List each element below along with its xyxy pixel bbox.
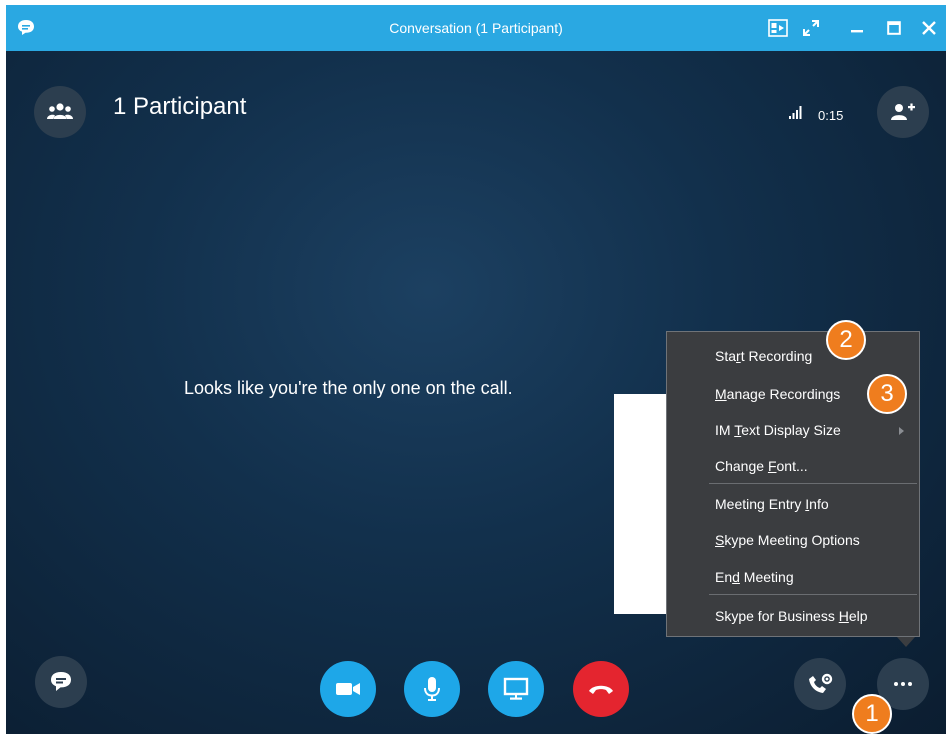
callout-badge-2: 2 [826,320,866,360]
menu-separator [709,594,917,595]
call-timer: 0:15 [818,108,844,123]
title-bar: Conversation (1 Participant) [6,5,946,51]
contact-card-icon[interactable] [763,13,793,43]
menu-item-text: IM [715,422,735,438]
hang-up-phone-icon [589,685,613,694]
menu-item-text: kype Meeting Options [724,532,860,548]
menu-item-text: elp [848,608,868,624]
menu-item-text: ext Display Size [741,422,841,438]
menu-item-skype-meeting-options[interactable]: Skype Meeting Options [715,532,860,548]
microphone-icon [424,677,440,701]
menu-item-text: t Recording [740,348,813,364]
menu-item-skype-for-business-help[interactable]: Skype for Business Help [715,608,868,624]
participant-count: 1 Participant [113,93,247,120]
im-button[interactable] [35,656,87,708]
participants-button[interactable] [34,86,86,138]
maximize-icon[interactable] [879,13,909,43]
fullscreen-icon[interactable] [796,13,826,43]
ellipsis-icon [894,682,912,686]
empty-call-message: Looks like you're the only one on the ca… [184,378,513,398]
menu-item-access-key: F [767,458,777,474]
add-participant-button[interactable] [877,86,929,138]
video-camera-icon [336,683,360,695]
people-icon [47,103,73,119]
menu-item-change-font[interactable]: Change Font... [715,458,808,474]
menu-pointer [897,637,915,647]
present-screen-button[interactable] [488,661,544,717]
submenu-arrow-icon [899,427,904,435]
mute-button[interactable] [404,661,460,717]
menu-item-manage-recordings[interactable]: Manage Recordings [715,386,840,402]
callout-badge-1: 1 [852,694,892,734]
menu-item-text: Sta [715,348,737,364]
menu-item-text: Skype for Business [715,608,839,624]
menu-item-end-meeting[interactable]: End Meeting [715,569,794,585]
minimize-icon[interactable] [842,13,872,43]
menu-item-text: anage Recordings [726,386,841,402]
hang-up-button[interactable] [573,661,629,717]
close-icon[interactable] [914,13,944,43]
menu-item-im-text-display-size[interactable]: IM Text Display Size [715,422,841,438]
menu-separator [709,483,917,484]
menu-item-text: Change [715,458,768,474]
menu-item-text: ont... [776,458,808,474]
menu-item-text: Meeting Entry [715,496,806,512]
monitor-icon [503,677,529,700]
menu-item-access-key: S [715,532,725,548]
add-person-icon [891,103,915,120]
signal-strength-icon [789,106,802,119]
callout-badge-3: 3 [867,374,907,414]
menu-item-text: nfo [809,496,829,512]
menu-item-access-key: H [838,608,849,624]
chat-bubble-icon [51,672,71,691]
menu-item-access-key: d [732,569,740,585]
call-controls-button[interactable] [794,658,846,710]
video-button[interactable] [320,661,376,717]
menu-item-text: Meeting [739,569,794,585]
menu-item-meeting-entry-info[interactable]: Meeting Entry Info [715,496,829,512]
menu-item-start-recording[interactable]: Start Recording [715,348,812,364]
menu-item-text: En [715,569,733,585]
phone-settings-icon [809,673,833,693]
menu-item-access-key: M [715,386,727,402]
